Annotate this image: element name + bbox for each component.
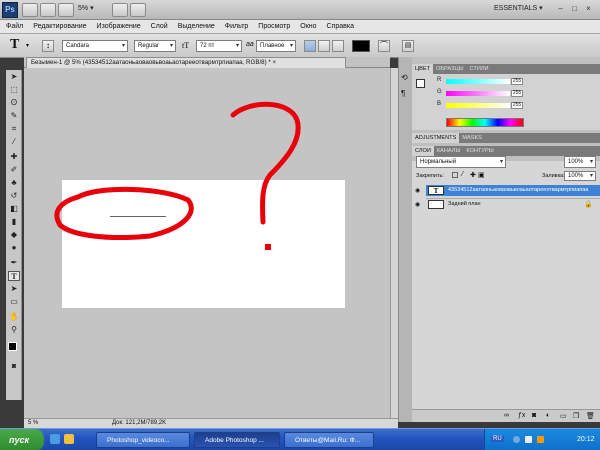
taskbar-item-video[interactable]: Photoshop_videoco... [96, 432, 190, 448]
lock-all-icon[interactable]: ▣ [478, 171, 485, 179]
channel-b-value[interactable]: 255 [511, 102, 523, 109]
question-mark-annotation [230, 101, 301, 225]
system-tray: RU 20:12 [484, 429, 600, 450]
tray-volume-icon[interactable] [525, 436, 532, 443]
taskbar-item-photoshop[interactable]: Adobe Photoshop ... [194, 432, 280, 448]
layer-row-text[interactable]: ◉ T 43534512аатаоньаоваовьвоаьаотарееотв… [415, 185, 600, 196]
color-panel: R 255 G 255 B 255 [412, 74, 600, 130]
new-layer-icon[interactable]: ❐ [573, 412, 579, 420]
tab-color[interactable]: ЦВЕТ [412, 64, 434, 74]
fill-field[interactable]: 100% [564, 171, 596, 181]
opacity-field[interactable]: 100% [564, 156, 596, 168]
start-button[interactable]: пуск [0, 429, 44, 450]
start-label: пуск [9, 435, 30, 445]
link-layers-icon[interactable]: ∞ [504, 412, 509, 419]
adjustments-panel-tabs: ADJUSTMENTS MASKS [412, 133, 600, 143]
color-panel-tabs: ЦВЕТ ОБРАЗЦЫ СТИЛИ [412, 64, 600, 74]
tab-swatches[interactable]: ОБРАЗЦЫ [433, 64, 467, 74]
channel-g-slider[interactable] [446, 91, 510, 96]
background-layer-thumb [428, 200, 444, 209]
layers-panel-tabs: СЛОИ КАНАЛЫ КОНТУРЫ [412, 146, 600, 156]
channel-g-value[interactable]: 255 [511, 90, 523, 97]
windows-taskbar: пуск Photoshop_videoco... Adobe Photosho… [0, 428, 600, 450]
question-mark-dot [265, 244, 271, 250]
layer-name-text[interactable]: 43534512аатаоньаоваовьвоаьаотарееотвармт… [448, 186, 598, 195]
channel-r-label: R [437, 77, 442, 83]
delete-layer-icon[interactable]: 🗑 [586, 412, 595, 420]
blend-mode-select[interactable]: Нормальный [416, 156, 506, 168]
quicklaunch-explorer-icon[interactable] [64, 434, 74, 444]
panel-foreground-swatch[interactable] [416, 79, 425, 88]
channel-b-slider[interactable] [446, 103, 510, 108]
photoshop-window: Ps 5% ▾ ESSENTIALS ▾ – □ × Файл Редактиров… [0, 0, 600, 450]
background-lock-icon: 🔒 [584, 201, 593, 208]
history-panel-icon[interactable]: ⟲ [401, 73, 408, 82]
status-doc-info: Док: 121,2M/789,2K [112, 420, 167, 426]
clock: 20:12 [577, 436, 595, 443]
layers-panel-footer: ∞ ƒx ◙ ◐ ▭ ❐ 🗑 [412, 409, 600, 422]
collapsed-panel-strip: ⟲ ¶ [398, 57, 412, 422]
tab-styles[interactable]: СТИЛИ [467, 64, 492, 74]
lock-transparency-icon[interactable] [452, 172, 458, 178]
status-zoom[interactable]: 5 % [28, 419, 38, 428]
tab-layers[interactable]: СЛОИ [412, 146, 434, 156]
tray-app-icon[interactable] [537, 436, 544, 443]
ellipse-around-canvas-text [54, 186, 194, 240]
lock-image-icon[interactable]: ⁄ [462, 171, 463, 178]
tab-channels[interactable]: КАНАЛЫ [434, 146, 464, 156]
lock-label: Закрепить: [416, 173, 444, 179]
new-group-icon[interactable]: ▭ [560, 412, 567, 420]
text-layer-thumb-icon: T [428, 186, 444, 195]
tab-adjustments[interactable]: ADJUSTMENTS [412, 133, 460, 143]
panels-dock: ЦВЕТ ОБРАЗЦЫ СТИЛИ R 255 G 255 B 255 ADJ… [412, 57, 600, 422]
tab-paths[interactable]: КОНТУРЫ [463, 146, 496, 156]
layer-visibility-eye-icon[interactable]: ◉ [415, 187, 423, 194]
tray-network-icon[interactable] [513, 436, 520, 443]
taskbar-item-browser[interactable]: Ответы@Mail.Ru: Ф... [284, 432, 374, 448]
channel-b-label: B [437, 101, 442, 107]
channel-r-value[interactable]: 255 [511, 78, 523, 85]
tab-masks[interactable]: MASKS [459, 133, 485, 143]
add-mask-icon[interactable]: ◙ [532, 412, 536, 419]
status-bar: 5 % Док: 121,2M/789,2K [24, 418, 398, 428]
channel-r-slider[interactable] [446, 79, 510, 84]
layer-name-background[interactable]: Задний план [448, 200, 481, 209]
adjustment-layer-icon[interactable]: ◐ [546, 412, 550, 419]
paragraph-panel-icon[interactable]: ¶ [401, 89, 405, 98]
color-spectrum-ramp[interactable] [446, 118, 524, 127]
fill-label: Заливка: [542, 173, 565, 179]
layers-panel: Нормальный 100% Закрепить: ⁄ ✚ ▣ Заливка… [412, 156, 600, 422]
quicklaunch-ie-icon[interactable] [50, 434, 60, 444]
layer-style-icon[interactable]: ƒx [518, 412, 525, 419]
layer-row-background[interactable]: ◉ Задний план 🔒 [415, 198, 600, 209]
channel-g-label: G [437, 89, 442, 95]
language-indicator[interactable]: RU [491, 436, 504, 442]
background-visibility-eye-icon[interactable]: ◉ [415, 201, 423, 208]
lock-position-icon[interactable]: ✚ [470, 171, 476, 179]
